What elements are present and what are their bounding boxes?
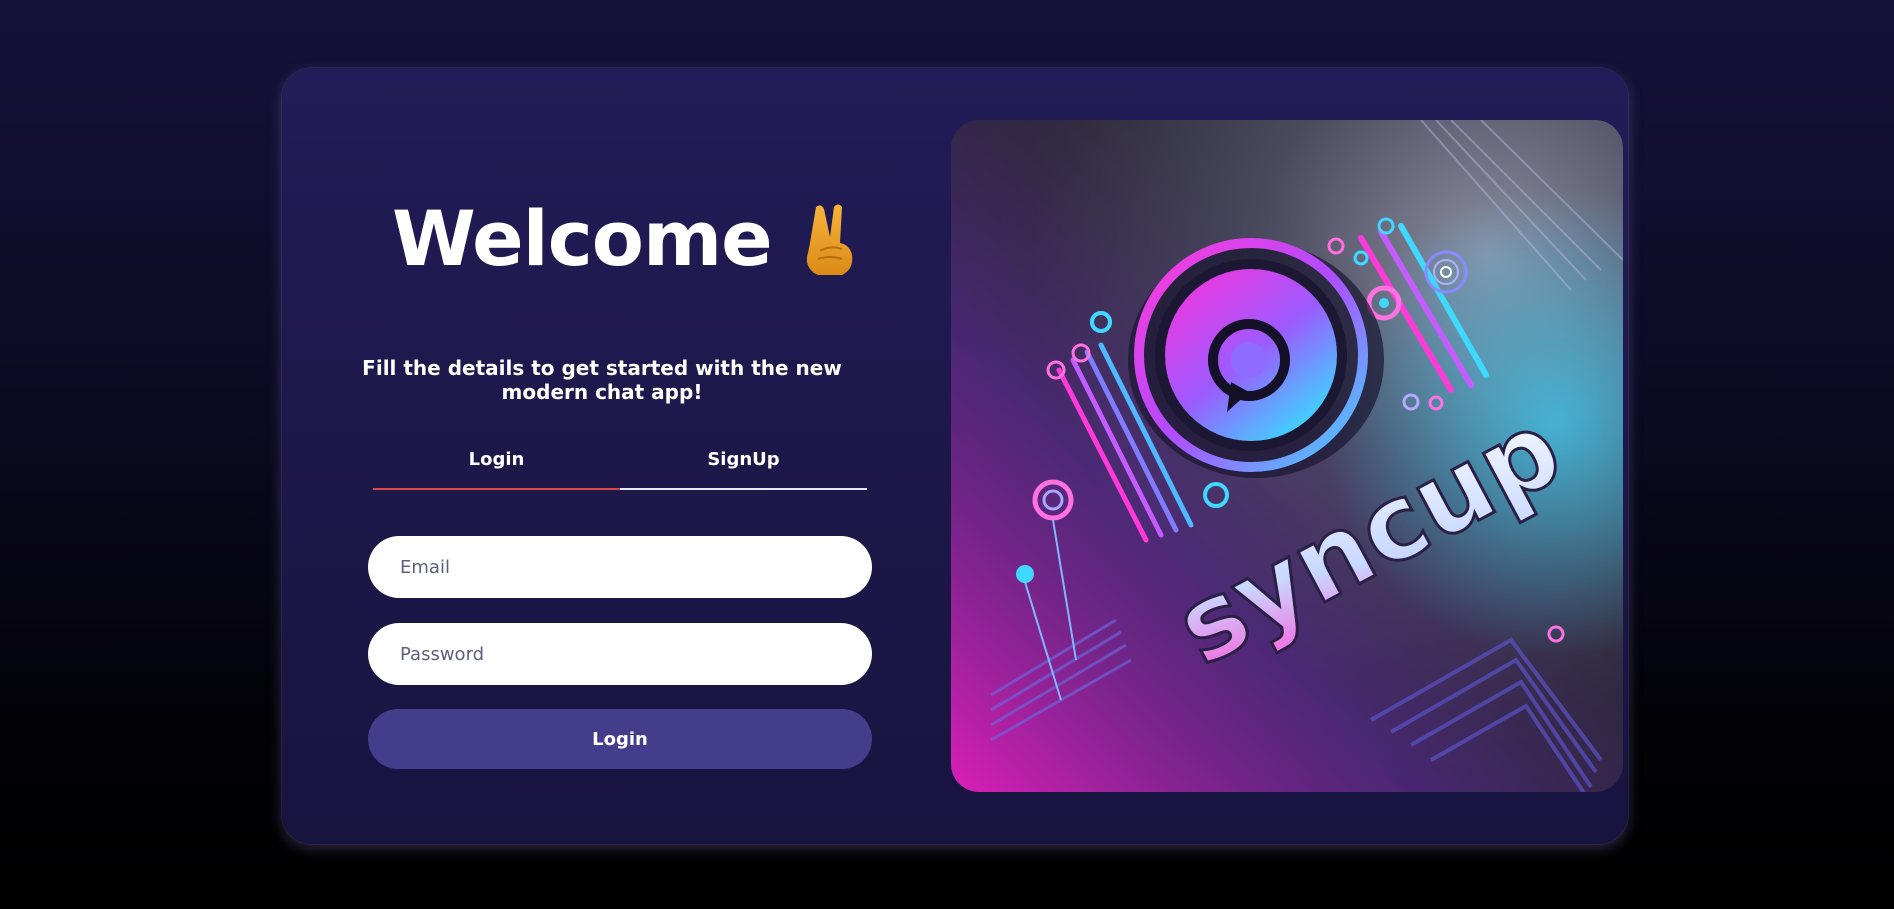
form-panel: Welcome Fill the details to get started … (282, 68, 952, 844)
welcome-title: Welcome (392, 193, 773, 283)
welcome-heading: Welcome (392, 178, 912, 298)
tab-signup[interactable]: SignUp (620, 438, 867, 490)
login-card: Welcome Fill the details to get started … (282, 68, 1628, 844)
tab-login[interactable]: Login (373, 438, 620, 490)
password-field[interactable] (368, 623, 872, 685)
email-field[interactable] (368, 536, 872, 598)
syncup-logo-artwork: syncup (951, 120, 1623, 792)
hero-image: syncup (951, 120, 1623, 792)
victory-hand-icon (802, 201, 862, 278)
auth-tabs: Login SignUp (373, 438, 867, 490)
welcome-subtitle: Fill the details to get started with the… (362, 356, 842, 404)
login-button[interactable]: Login (368, 709, 872, 769)
